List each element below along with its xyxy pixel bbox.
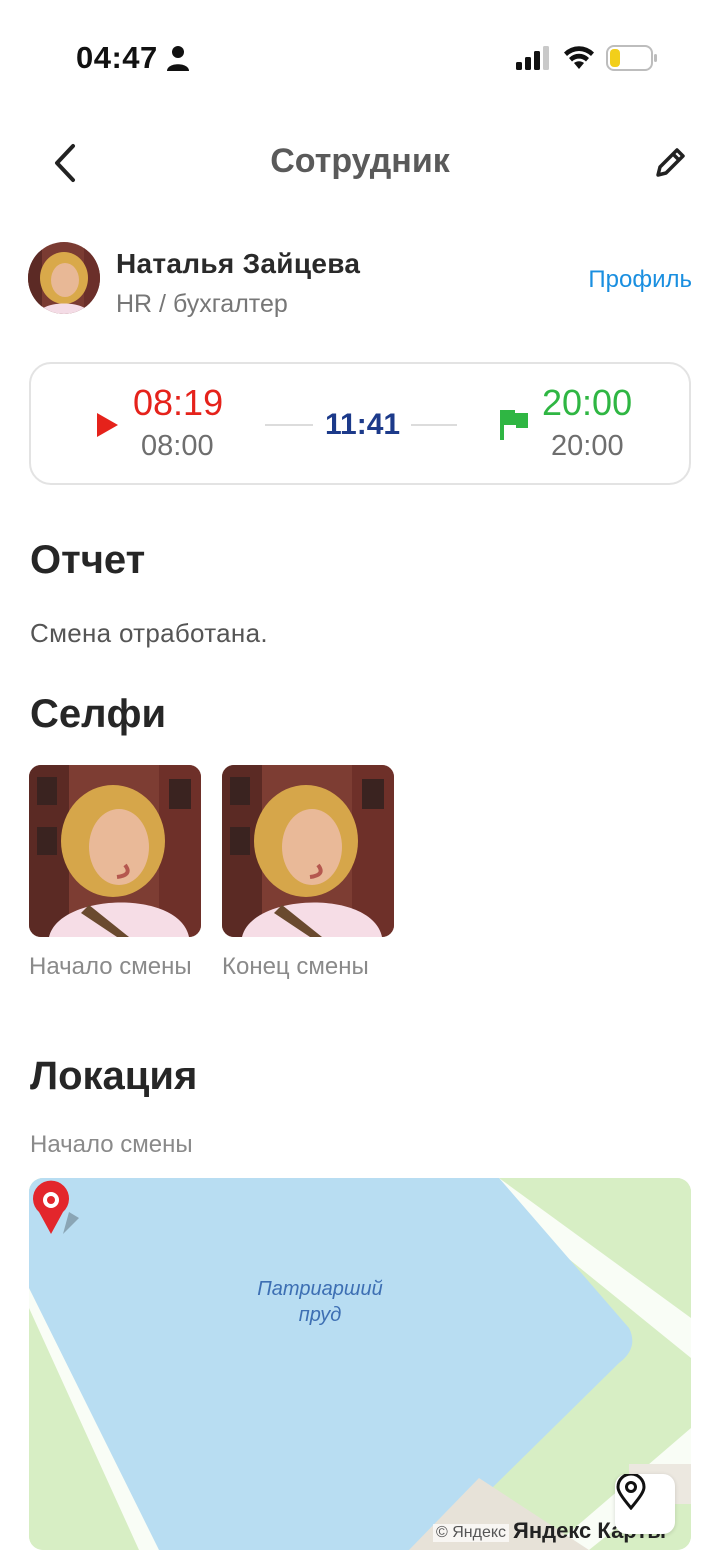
nav-bar: Сотрудник [0,120,720,200]
map-pin-icon [33,1180,79,1234]
shift-duration: 11:41 [325,408,401,441]
selfie-end-label: Конец смены [222,953,369,980]
employee-header: Наталья Зайцева HR / бухгалтер Профиль [28,242,692,318]
map-location-button[interactable] [615,1474,675,1534]
selfie-start[interactable]: Начало смены [29,765,201,985]
location-title: Локация [30,1054,198,1098]
selfie-title: Селфи [30,692,167,736]
location-map[interactable]: Патриарший пруд © Яндекс Яндекс Карты [29,1178,691,1550]
battery-low-icon [606,45,657,71]
play-icon [97,413,118,437]
location-subtitle: Начало смены [30,1131,193,1158]
map-copyright: © Яндекс [433,1524,510,1542]
page-title: Сотрудник [270,142,450,180]
profile-link[interactable]: Профиль [588,266,692,294]
pencil-icon [656,148,685,177]
divider-line [411,424,457,426]
selfie-photo [29,765,201,937]
status-time: 04:47 [76,40,158,75]
cellular-signal-icon [516,46,549,70]
report-title: Отчет [30,538,146,582]
selfie-start-photo[interactable] [29,765,201,937]
selfie-end[interactable]: Конец смены [222,765,394,985]
status-bar: 04:47 [0,0,720,110]
map-place-label: Патриарший пруд [257,1278,383,1326]
person-icon [167,46,189,71]
location-pin-icon [616,1474,646,1510]
selfie-end-photo[interactable] [222,765,394,937]
flag-icon [500,410,528,440]
shift-start-actual: 08:19 [133,382,224,423]
shift-end-actual: 20:00 [542,382,633,423]
map-background [29,1178,691,1550]
avatar-photo [28,242,100,314]
shift-end-planned: 20:00 [551,430,624,462]
shift-start-planned: 08:00 [141,430,214,462]
avatar[interactable] [28,242,100,314]
selfie-start-label: Начало смены [29,953,192,980]
divider-line [265,424,313,426]
selfie-photo [222,765,394,937]
shift-summary-card: 08:19 08:00 11:41 20:00 20:00 [29,362,691,485]
edit-button[interactable] [645,138,695,188]
employee-role: HR / бухгалтер [116,290,288,318]
employee-name: Наталья Зайцева [116,248,361,279]
report-text: Смена отработана. [30,618,268,648]
wifi-icon [564,46,594,69]
